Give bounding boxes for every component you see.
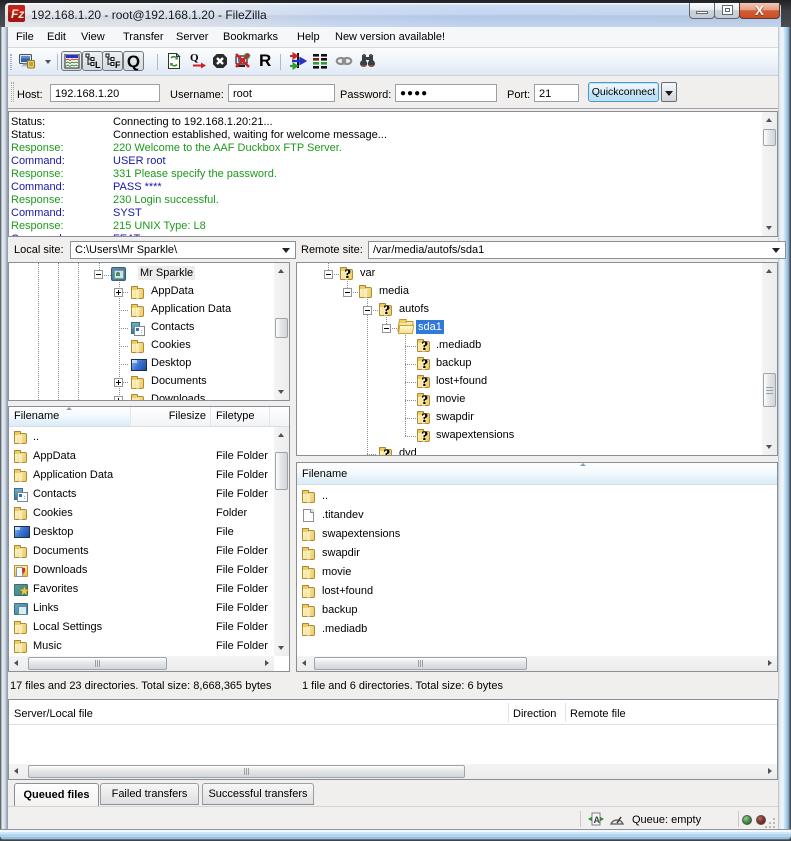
svg-text:A: A [594, 815, 601, 825]
svg-text:Fz: Fz [11, 7, 24, 21]
svg-text:Q: Q [190, 52, 199, 64]
svg-text:L: L [95, 60, 101, 69]
svg-text:F: F [115, 60, 121, 69]
